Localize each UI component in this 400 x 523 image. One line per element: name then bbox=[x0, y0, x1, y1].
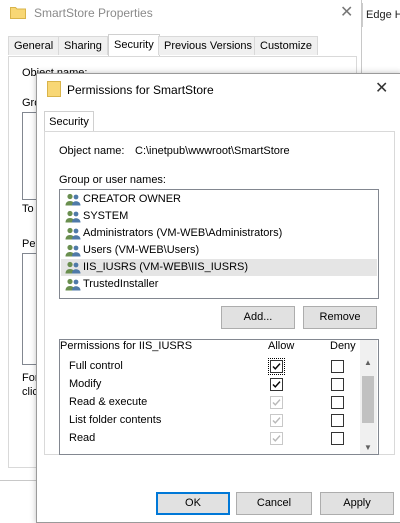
edge-taskbar-item[interactable]: Edge H bbox=[362, 3, 400, 27]
permission-row: Full control bbox=[60, 358, 360, 376]
cancel-button[interactable]: Cancel bbox=[236, 492, 312, 515]
permission-name: Modify bbox=[69, 378, 102, 390]
group-list-item[interactable]: TrustedInstaller bbox=[61, 276, 377, 293]
permission-row: Read & execute bbox=[60, 394, 360, 412]
tab-security[interactable]: Security bbox=[108, 34, 160, 56]
permission-name: Read bbox=[69, 432, 96, 444]
allow-checkbox bbox=[270, 414, 283, 427]
group-list-item[interactable]: SYSTEM bbox=[61, 208, 377, 225]
group-list-item[interactable]: Users (VM-WEB\Users) bbox=[61, 242, 377, 259]
group-list-label: Group or user names: bbox=[59, 174, 166, 186]
group-list-item[interactable]: CREATOR OWNER bbox=[61, 191, 377, 208]
deny-checkbox[interactable] bbox=[331, 432, 344, 445]
group-name: SYSTEM bbox=[83, 210, 129, 222]
close-icon[interactable]: ✕ bbox=[340, 2, 353, 22]
folder-icon bbox=[10, 6, 26, 22]
deny-checkbox[interactable] bbox=[331, 414, 344, 427]
group-list-item[interactable]: IIS_IUSRS (VM-WEB\IIS_IUSRS) bbox=[61, 259, 377, 276]
group-name: CREATOR OWNER bbox=[83, 193, 181, 205]
group-name: IIS_IUSRS (VM-WEB\IIS_IUSRS) bbox=[83, 261, 249, 273]
group-list-fragment bbox=[22, 112, 37, 200]
allow-checkbox bbox=[270, 432, 283, 445]
allow-checkbox[interactable] bbox=[270, 378, 283, 391]
perm-list-fragment bbox=[22, 253, 37, 365]
permission-row: List folder contents bbox=[60, 412, 360, 430]
permissions-label: Permissions for IIS_IUSRS bbox=[60, 340, 193, 352]
group-name: Users (VM-WEB\Users) bbox=[83, 244, 200, 256]
permissions-scrollbar[interactable]: ▲ ▼ bbox=[360, 340, 377, 454]
group-name: Administrators (VM-WEB\Administrators) bbox=[83, 227, 283, 239]
permission-name: Read & execute bbox=[69, 396, 148, 408]
group-list-item[interactable]: Administrators (VM-WEB\Administrators) bbox=[61, 225, 377, 242]
group-list[interactable]: CREATOR OWNER SYSTEM Administrators (VM-WE… bbox=[59, 189, 379, 299]
permission-name: List folder contents bbox=[69, 414, 162, 426]
permissions-dialog: Permissions for SmartStore ✕ Security Ob… bbox=[36, 73, 400, 523]
object-name-label: Object name: bbox=[59, 145, 125, 157]
remove-button[interactable]: Remove bbox=[303, 306, 377, 329]
group-name: TrustedInstaller bbox=[83, 278, 159, 290]
folder-icon bbox=[47, 81, 61, 100]
scroll-down-icon[interactable]: ▼ bbox=[364, 443, 372, 452]
permission-name: Full control bbox=[69, 360, 123, 372]
ok-button[interactable]: OK bbox=[156, 492, 230, 515]
add-button[interactable]: Add... bbox=[221, 306, 295, 329]
dialog-title: Permissions for SmartStore bbox=[67, 83, 214, 97]
edge-tab-label: Edge H bbox=[366, 9, 400, 21]
tab-customize[interactable]: Customize bbox=[254, 36, 318, 55]
users-icon bbox=[65, 278, 81, 297]
allow-checkbox bbox=[270, 396, 283, 409]
tab-previous-versions[interactable]: Previous Versions bbox=[158, 36, 259, 55]
permission-row: Modify bbox=[60, 376, 360, 394]
tab-general[interactable]: General bbox=[8, 36, 60, 55]
properties-title-bar: SmartStore Properties ✕ bbox=[0, 0, 361, 26]
deny-checkbox[interactable] bbox=[331, 378, 344, 391]
deny-checkbox[interactable] bbox=[331, 396, 344, 409]
scroll-up-icon[interactable]: ▲ bbox=[364, 358, 372, 367]
permission-row: Read bbox=[60, 430, 360, 448]
deny-header: Deny bbox=[330, 340, 356, 352]
close-icon[interactable]: ✕ bbox=[375, 78, 388, 98]
tab-sharing[interactable]: Sharing bbox=[58, 36, 108, 55]
apply-button[interactable]: Apply bbox=[320, 492, 394, 515]
to-fragment: To bbox=[22, 203, 34, 215]
object-name-value: C:\inetpub\wwwroot\SmartStore bbox=[135, 145, 290, 157]
allow-header: Allow bbox=[268, 340, 295, 352]
allow-checkbox[interactable] bbox=[268, 358, 285, 375]
properties-title: SmartStore Properties bbox=[34, 6, 153, 20]
tab-security[interactable]: Security bbox=[44, 111, 94, 133]
dialog-title-bar: Permissions for SmartStore ✕ bbox=[37, 74, 400, 104]
scroll-thumb[interactable] bbox=[362, 376, 374, 423]
deny-checkbox[interactable] bbox=[331, 360, 344, 373]
permissions-list[interactable]: Permissions for IIS_IUSRS Allow Deny Ful… bbox=[59, 339, 379, 455]
